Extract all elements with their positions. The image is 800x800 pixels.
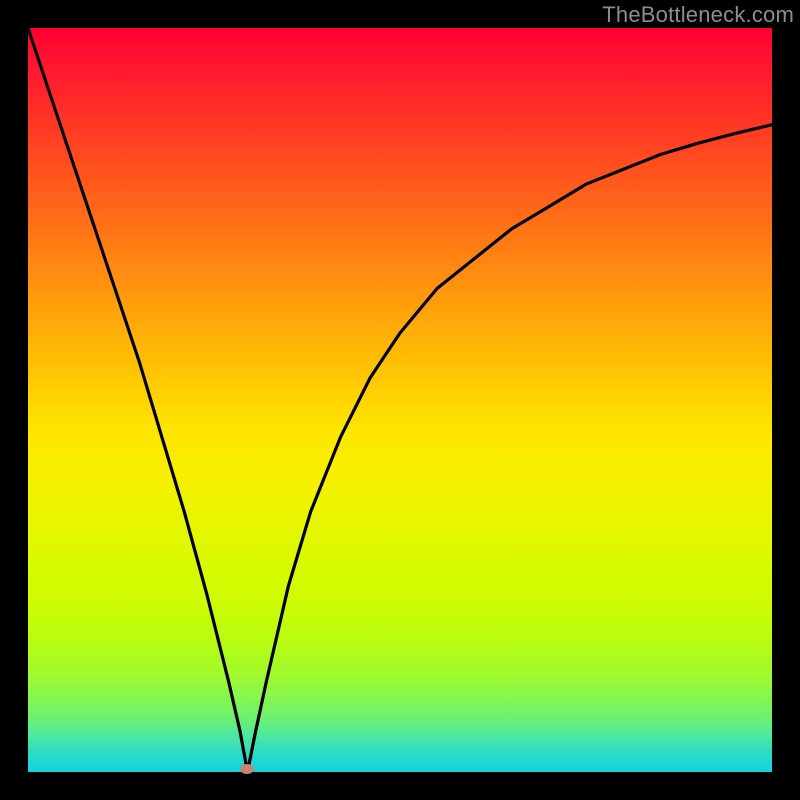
plot-area: [28, 28, 772, 772]
chart-frame: TheBottleneck.com: [0, 0, 800, 800]
optimal-point-marker: [240, 764, 254, 774]
watermark-text: TheBottleneck.com: [602, 2, 794, 28]
bottleneck-curve: [28, 28, 772, 772]
